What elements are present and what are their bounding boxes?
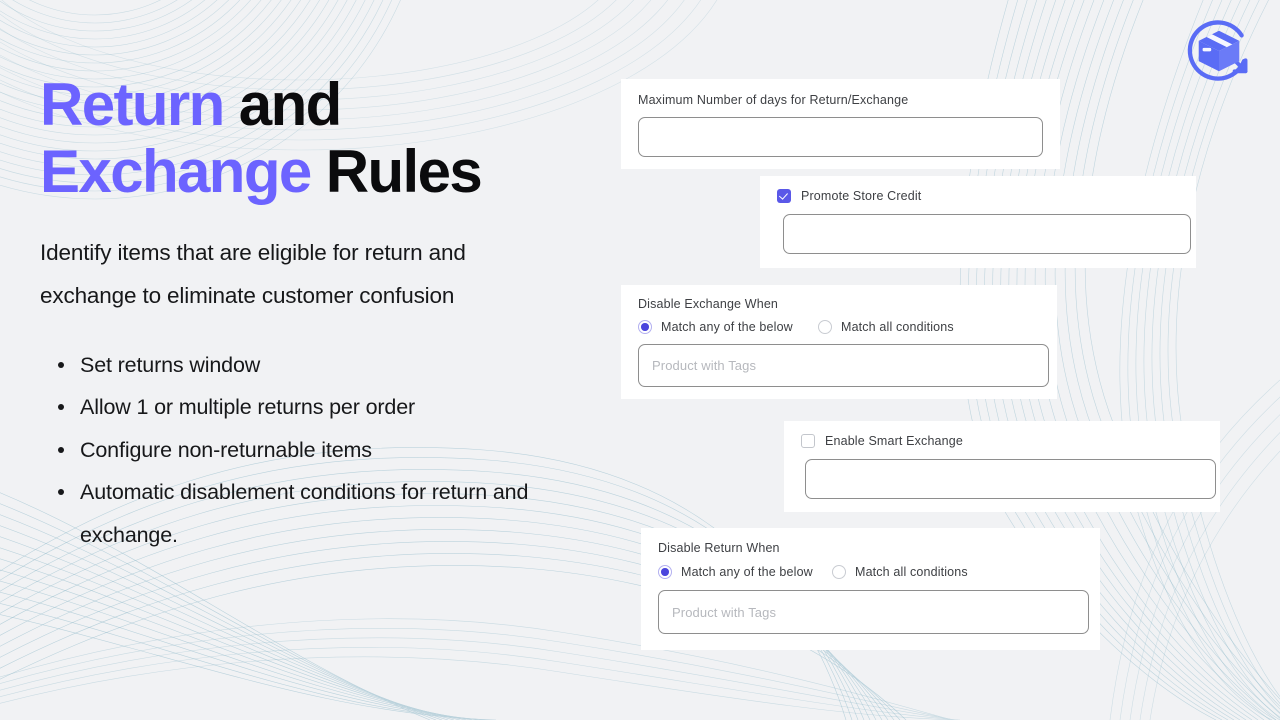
disable-return-tags-placeholder: Product with Tags [672, 604, 777, 620]
disable-return-tags-input[interactable]: Product with Tags [658, 590, 1089, 634]
return-box-cycle-icon [1187, 20, 1248, 81]
enable-smart-exchange-input[interactable] [805, 459, 1216, 499]
disable-exchange-label: Disable Exchange When [638, 297, 779, 311]
radio-unselected-icon[interactable] [818, 320, 832, 334]
radio-match-all[interactable]: Match all conditions [818, 320, 954, 334]
radio-match-any[interactable]: Match any of the below [638, 320, 818, 334]
headline-accent-2: Exchange [40, 137, 312, 205]
list-item: Automatic disablement conditions for ret… [58, 471, 570, 556]
radio-match-any-label: Match any of the below [661, 320, 793, 334]
radio-match-all-label: Match all conditions [855, 565, 968, 579]
disable-return-label: Disable Return When [658, 541, 780, 555]
disable-return-radio-group: Match any of the below Match all conditi… [658, 565, 1083, 579]
promote-store-credit-label: Promote Store Credit [801, 189, 922, 203]
disable-exchange-tags-input[interactable]: Product with Tags [638, 344, 1049, 387]
radio-match-all[interactable]: Match all conditions [832, 565, 968, 579]
list-item: Allow 1 or multiple returns per order [58, 386, 570, 429]
headline-plain-2: Rules [310, 137, 483, 205]
card-promote-store-credit: Promote Store Credit [760, 176, 1196, 268]
card-disable-return-when: Disable Return When Match any of the bel… [641, 528, 1100, 650]
enable-smart-exchange-label: Enable Smart Exchange [825, 434, 963, 448]
radio-match-all-label: Match all conditions [841, 320, 954, 334]
radio-selected-icon[interactable] [658, 565, 672, 579]
hero-subtitle: Identify items that are eligible for ret… [40, 240, 466, 309]
check-icon[interactable] [777, 189, 791, 203]
checkbox-empty-icon[interactable] [801, 434, 815, 448]
feature-list: Set returns window Allow 1 or multiple r… [40, 344, 570, 557]
max-days-label: Maximum Number of days for Return/Exchan… [638, 93, 909, 107]
promote-store-credit-input[interactable] [783, 214, 1191, 254]
radio-match-any[interactable]: Match any of the below [658, 565, 832, 579]
radio-unselected-icon[interactable] [832, 565, 846, 579]
enable-smart-exchange-checkbox-row[interactable]: Enable Smart Exchange [801, 434, 1206, 448]
list-item: Set returns window [58, 344, 570, 387]
headline-plain-1: and [223, 71, 342, 138]
max-days-input[interactable] [638, 117, 1043, 157]
radio-selected-icon[interactable] [638, 320, 652, 334]
disable-exchange-tags-placeholder: Product with Tags [652, 358, 757, 373]
page-title: Return and Exchange Rules [40, 71, 600, 205]
hero-section: Return and Exchange Rules Identify items… [40, 71, 600, 557]
promote-store-credit-checkbox-row[interactable]: Promote Store Credit [777, 189, 1182, 203]
list-item: Configure non-returnable items [58, 429, 570, 472]
card-enable-smart-exchange: Enable Smart Exchange [784, 421, 1220, 512]
card-disable-exchange-when: Disable Exchange When Match any of the b… [621, 285, 1057, 399]
radio-match-any-label: Match any of the below [681, 565, 813, 579]
disable-exchange-radio-group: Match any of the below Match all conditi… [638, 320, 1040, 334]
card-max-days: Maximum Number of days for Return/Exchan… [621, 79, 1060, 169]
headline-accent-1: Return [40, 71, 225, 138]
